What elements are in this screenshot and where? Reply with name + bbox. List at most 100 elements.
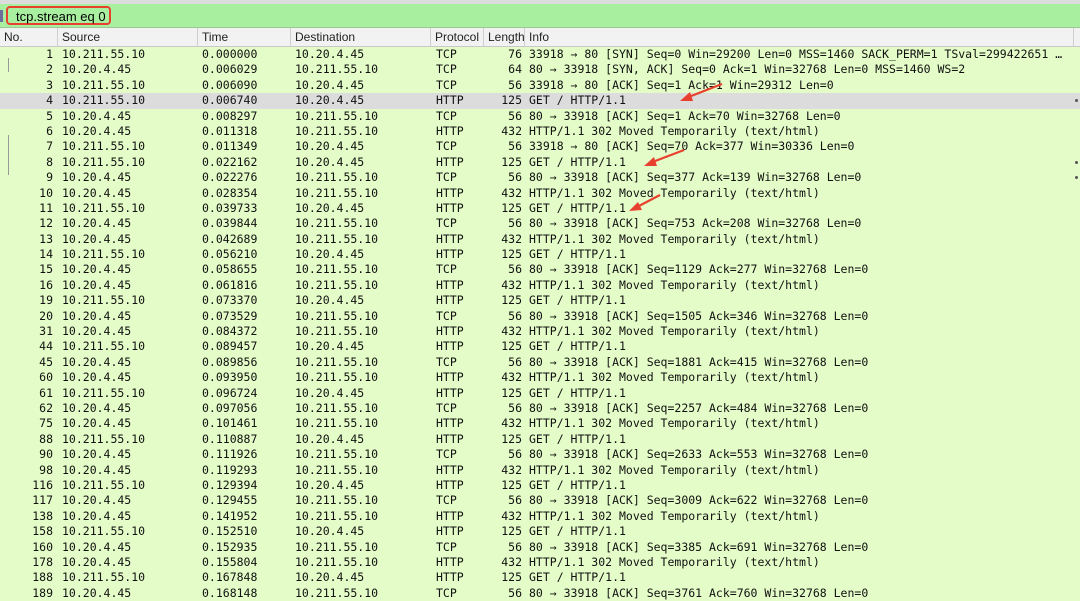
packet-cell-length: 125 — [501, 200, 522, 215]
packet-row[interactable]: 160 10.20.4.45 0.152935 10.211.55.10 TCP 56 80… — [0, 539, 1080, 555]
packet-cell-time: 0.141952 — [202, 508, 258, 523]
packet-cell-length: 125 — [501, 524, 522, 539]
packet-row[interactable]: 19 10.211.55.10 0.073370 10.20.4.45 HTTP 125 G… — [0, 293, 1080, 309]
packet-cell-info: HTTP/1.1 302 Moved Temporarily (text/htm… — [529, 231, 820, 246]
packet-row[interactable]: 189 10.20.4.45 0.168148 10.211.55.10 TCP 56 80… — [0, 585, 1080, 601]
packet-row[interactable]: 2 10.20.4.45 0.006029 10.211.55.10 TCP 64 80 →… — [0, 62, 1080, 78]
packet-cell-destination: 10.211.55.10 — [295, 493, 379, 508]
packet-row[interactable]: 3 10.211.55.10 0.006090 10.20.4.45 TCP 56 3391… — [0, 77, 1080, 94]
packet-row[interactable]: 88 10.211.55.10 0.110887 10.20.4.45 HTTP 125 G… — [0, 431, 1080, 448]
packet-cell-protocol: HTTP — [436, 554, 464, 569]
column-header-info[interactable]: Info — [525, 28, 1074, 46]
packet-row[interactable]: 90 10.20.4.45 0.111926 10.211.55.10 TCP 56 80 … — [0, 447, 1080, 463]
packet-row[interactable]: 1 10.211.55.10 0.000000 10.20.4.45 TCP 76 3391… — [0, 47, 1080, 63]
packet-row[interactable]: 4 10.211.55.10 0.006740 10.20.4.45 HTTP 125 GE… — [0, 93, 1080, 109]
packet-cell-no: 98 — [39, 462, 53, 477]
column-header-no[interactable]: No. — [0, 28, 58, 46]
packet-row[interactable]: 7 10.211.55.10 0.011349 10.20.4.45 TCP 56 3391… — [0, 139, 1080, 155]
packet-row[interactable]: 12 10.20.4.45 0.039844 10.211.55.10 TCP 56 80 … — [0, 216, 1080, 232]
packet-cell-protocol: HTTP — [436, 293, 464, 308]
packet-row[interactable]: 178 10.20.4.45 0.155804 10.211.55.10 HTTP 432… — [0, 554, 1080, 571]
packet-cell-no: 3 — [46, 77, 53, 92]
packet-cell-protocol: HTTP — [436, 185, 464, 200]
packet-row[interactable]: 13 10.20.4.45 0.042689 10.211.55.10 HTTP 432 H… — [0, 231, 1080, 248]
packet-cell-time: 0.089856 — [202, 354, 258, 369]
packet-cell-no: 178 — [32, 554, 53, 569]
packet-row[interactable]: 75 10.20.4.45 0.101461 10.211.55.10 HTTP 432 H… — [0, 416, 1080, 432]
column-header-protocol[interactable]: Protocol — [431, 28, 484, 46]
packet-cell-protocol: HTTP — [436, 93, 464, 108]
packet-cell-time: 0.110887 — [202, 431, 258, 446]
packet-cell-destination: 10.20.4.45 — [295, 431, 365, 446]
packet-cell-no: 189 — [32, 585, 53, 600]
packet-cell-source: 10.20.4.45 — [62, 493, 132, 508]
packet-cell-time: 0.039844 — [202, 216, 258, 231]
packet-cell-length: 56 — [508, 216, 522, 231]
packet-cell-time: 0.096724 — [202, 385, 258, 400]
packet-row[interactable]: 31 10.20.4.45 0.084372 10.211.55.10 HTTP 432 H… — [0, 324, 1080, 340]
packet-row[interactable]: 14 10.211.55.10 0.056210 10.20.4.45 HTTP 125 G… — [0, 247, 1080, 263]
column-header-time[interactable]: Time — [198, 28, 291, 46]
packet-cell-time: 0.084372 — [202, 324, 258, 339]
packet-cell-source: 10.20.4.45 — [62, 185, 132, 200]
display-filter-bar[interactable]: tcp.stream eq 0 — [0, 4, 1080, 28]
packet-row[interactable]: 16 10.20.4.45 0.061816 10.211.55.10 HTTP 432 H… — [0, 277, 1080, 294]
packet-cell-no: 60 — [39, 370, 53, 385]
packet-row[interactable]: 44 10.211.55.10 0.089457 10.20.4.45 HTTP 125 G… — [0, 339, 1080, 355]
packet-cell-length: 432 — [501, 123, 522, 138]
packet-cell-source: 10.20.4.45 — [62, 216, 132, 231]
packet-cell-info: HTTP/1.1 302 Moved Temporarily (text/htm… — [529, 185, 820, 200]
packet-row[interactable]: 6 10.20.4.45 0.011318 10.211.55.10 HTTP 432 HT… — [0, 123, 1080, 140]
packet-row[interactable]: 60 10.20.4.45 0.093950 10.211.55.10 HTTP 432 H… — [0, 370, 1080, 386]
packet-cell-destination: 10.211.55.10 — [295, 216, 379, 231]
packet-cell-length: 56 — [508, 139, 522, 154]
column-header-extra — [1074, 28, 1080, 46]
packet-row[interactable]: 20 10.20.4.45 0.073529 10.211.55.10 TCP 56 80 … — [0, 308, 1080, 325]
packet-cell-length: 432 — [501, 185, 522, 200]
packet-cell-no: 61 — [39, 385, 53, 400]
packet-cell-no: 62 — [39, 400, 53, 415]
packet-row[interactable]: 158 10.211.55.10 0.152510 10.20.4.45 HTTP 125… — [0, 524, 1080, 540]
packet-cell-length: 64 — [508, 62, 522, 77]
packet-row[interactable]: 10 10.20.4.45 0.028354 10.211.55.10 HTTP 432 H… — [0, 185, 1080, 201]
packet-row[interactable]: 117 10.20.4.45 0.129455 10.211.55.10 TCP 56 80… — [0, 493, 1080, 509]
packet-list[interactable]: 1 10.211.55.10 0.000000 10.20.4.45 TCP 76 3391… — [0, 47, 1080, 601]
packet-cell-no: 44 — [39, 339, 53, 354]
packet-cell-no: 117 — [32, 493, 53, 508]
packet-row[interactable]: 138 10.20.4.45 0.141952 10.211.55.10 HTTP 432… — [0, 508, 1080, 525]
packet-cell-destination: 10.20.4.45 — [295, 477, 365, 492]
packet-cell-info: GET / HTTP/1.1 — [529, 431, 626, 446]
display-filter-input[interactable]: tcp.stream eq 0 — [16, 9, 106, 24]
packet-cell-protocol: TCP — [436, 493, 457, 508]
packet-cell-source: 10.20.4.45 — [62, 262, 132, 277]
packet-cell-info: 80 → 33918 [ACK] Seq=1881 Ack=415 Win=32… — [529, 354, 869, 369]
packet-row[interactable]: 45 10.20.4.45 0.089856 10.211.55.10 TCP 56 80 … — [0, 354, 1080, 371]
packet-cell-protocol: TCP — [436, 77, 457, 92]
packet-row[interactable]: 61 10.211.55.10 0.096724 10.20.4.45 HTTP 125 G… — [0, 385, 1080, 401]
packet-cell-source: 10.211.55.10 — [62, 77, 146, 92]
packet-row[interactable]: 98 10.20.4.45 0.119293 10.211.55.10 HTTP 432 H… — [0, 462, 1080, 478]
packet-row[interactable]: 116 10.211.55.10 0.129394 10.20.4.45 HTTP 125… — [0, 477, 1080, 494]
packet-cell-source: 10.211.55.10 — [62, 139, 146, 154]
column-header-source[interactable]: Source — [58, 28, 198, 46]
packet-cell-no: 88 — [39, 431, 53, 446]
packet-row[interactable]: 15 10.20.4.45 0.058655 10.211.55.10 TCP 56 80 … — [0, 262, 1080, 278]
packet-row[interactable]: 62 10.20.4.45 0.097056 10.211.55.10 TCP 56 80 … — [0, 400, 1080, 417]
packet-row[interactable]: 8 10.211.55.10 0.022162 10.20.4.45 HTTP 125 GE… — [0, 154, 1080, 171]
column-header-length[interactable]: Length — [484, 28, 525, 46]
packet-cell-length: 56 — [508, 170, 522, 185]
packet-row[interactable]: 5 10.20.4.45 0.008297 10.211.55.10 TCP 56 80 →… — [0, 108, 1080, 124]
packet-row[interactable]: 11 10.211.55.10 0.039733 10.20.4.45 HTTP 125 G… — [0, 200, 1080, 217]
filter-bookmark-icon[interactable] — [0, 10, 3, 22]
packet-row[interactable]: 188 10.211.55.10 0.167848 10.20.4.45 HTTP 125… — [0, 570, 1080, 586]
packet-cell-destination: 10.211.55.10 — [295, 185, 379, 200]
packet-cell-source: 10.20.4.45 — [62, 123, 132, 138]
packet-cell-destination: 10.211.55.10 — [295, 308, 379, 323]
packet-row[interactable]: 9 10.20.4.45 0.022276 10.211.55.10 TCP 56 80 →… — [0, 170, 1080, 186]
conversation-bracket-line — [8, 58, 9, 72]
packet-cell-source: 10.20.4.45 — [62, 447, 132, 462]
packet-cell-source: 10.211.55.10 — [62, 570, 146, 585]
packet-cell-protocol: TCP — [436, 47, 457, 61]
column-header-destination[interactable]: Destination — [291, 28, 431, 46]
packet-cell-destination: 10.211.55.10 — [295, 324, 379, 339]
